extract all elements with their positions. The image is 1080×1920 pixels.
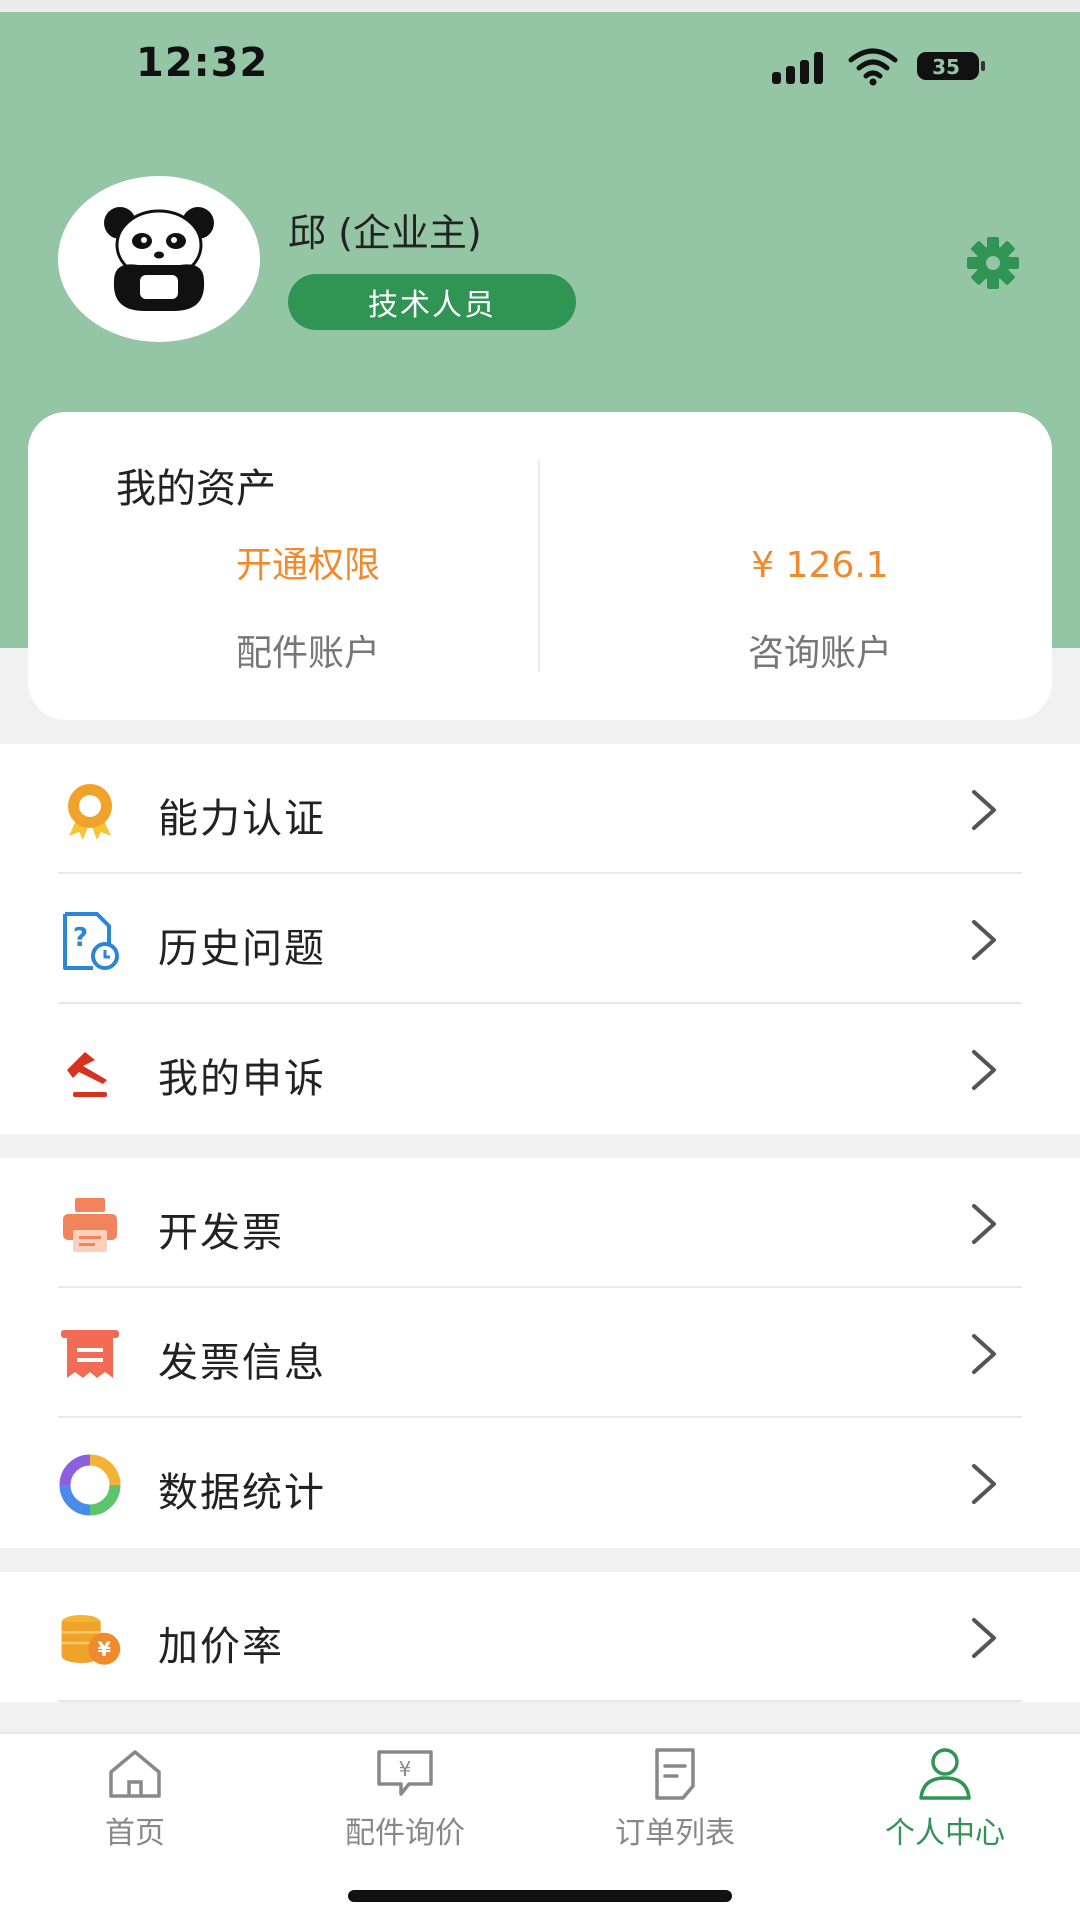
consult-account-label: 咨询账户	[747, 633, 892, 674]
menu-group-3: ¥ 加价率	[0, 1572, 1080, 1702]
chevron-right-icon	[972, 790, 996, 830]
chevron-right-icon	[972, 1618, 996, 1658]
menu-group-1: 能力认证 ? 历史问题 我的申诉	[0, 744, 1080, 1134]
menu-item-history[interactable]: ? 历史问题	[0, 874, 1080, 1004]
tab-label: 配件询价	[345, 1816, 465, 1851]
parts-account[interactable]: 开通权限 配件账户	[88, 542, 528, 676]
chevron-right-icon	[972, 1050, 996, 1090]
parts-account-value: 开通权限	[235, 545, 380, 586]
tab-order-list[interactable]: 订单列表	[540, 1734, 810, 1874]
consult-account-value: ¥ 126.1	[751, 545, 889, 586]
donut-chart-icon	[58, 1454, 122, 1516]
menu-label: 我的申诉	[158, 1056, 326, 1102]
chevron-right-icon	[972, 1334, 996, 1374]
chevron-right-icon	[972, 920, 996, 960]
svg-text:?: ?	[73, 923, 88, 953]
tab-label: 个人中心	[885, 1816, 1005, 1851]
asset-divider	[538, 460, 540, 672]
menu-label: 能力认证	[158, 796, 326, 842]
menu-group-2: 开发票 发票信息 数据统计	[0, 1158, 1080, 1548]
menu-item-markup-rate[interactable]: ¥ 加价率	[0, 1572, 1080, 1702]
user-name: 邱 (企业主)	[288, 211, 482, 255]
menu-item-issue-invoice[interactable]: 开发票	[0, 1158, 1080, 1288]
question-history-icon: ?	[58, 910, 122, 972]
tab-label: 订单列表	[615, 1816, 735, 1851]
menu-item-appeal[interactable]: 我的申诉	[0, 1004, 1080, 1134]
badge-award-icon	[58, 780, 122, 842]
menu-item-statistics[interactable]: 数据统计	[0, 1418, 1080, 1548]
signal-icon	[772, 50, 828, 84]
status-time: 12:32	[136, 40, 269, 86]
battery-icon: 35	[917, 52, 985, 80]
tab-profile[interactable]: 个人中心	[810, 1734, 1080, 1874]
battery-level: 35	[932, 55, 960, 79]
menu-label: 历史问题	[158, 926, 326, 972]
tab-label: 首页	[105, 1816, 165, 1851]
printer-icon	[58, 1194, 122, 1256]
chevron-right-icon	[972, 1204, 996, 1244]
consult-account[interactable]: ¥ 126.1 咨询账户	[600, 542, 1040, 676]
menu-label: 发票信息	[158, 1340, 326, 1386]
menu-item-invoice-info[interactable]: 发票信息	[0, 1288, 1080, 1418]
wifi-icon	[848, 48, 898, 86]
panda-avatar-icon	[104, 207, 214, 311]
menu-label: 数据统计	[158, 1470, 326, 1516]
avatar[interactable]	[58, 176, 260, 342]
divider	[58, 1700, 1022, 1702]
svg-text:¥: ¥	[399, 1757, 412, 1781]
top-strip	[0, 0, 1080, 12]
asset-card: 我的资产 开通权限 配件账户 ¥ 126.1 咨询账户	[28, 412, 1052, 720]
home-icon	[109, 1750, 161, 1798]
role-badge: 技术人员	[288, 274, 576, 330]
person-icon	[919, 1748, 971, 1800]
tab-home[interactable]: 首页	[0, 1734, 270, 1874]
asset-title: 我的资产	[116, 466, 276, 512]
invoice-receipt-icon	[58, 1324, 122, 1386]
parts-account-label: 配件账户	[235, 633, 380, 674]
menu-label: 开发票	[158, 1210, 284, 1256]
menu-label: 加价率	[158, 1624, 284, 1670]
tab-parts-inquiry[interactable]: ¥ 配件询价	[270, 1734, 540, 1874]
gear-icon[interactable]	[966, 236, 1020, 290]
order-list-icon	[655, 1748, 695, 1800]
chat-yen-icon: ¥	[377, 1750, 433, 1796]
menu-item-certification[interactable]: 能力认证	[0, 744, 1080, 874]
svg-text:¥: ¥	[97, 1638, 111, 1661]
home-indicator	[348, 1890, 732, 1902]
coins-yen-icon: ¥	[58, 1608, 122, 1670]
chevron-right-icon	[972, 1464, 996, 1504]
appeal-gavel-icon	[58, 1040, 122, 1102]
